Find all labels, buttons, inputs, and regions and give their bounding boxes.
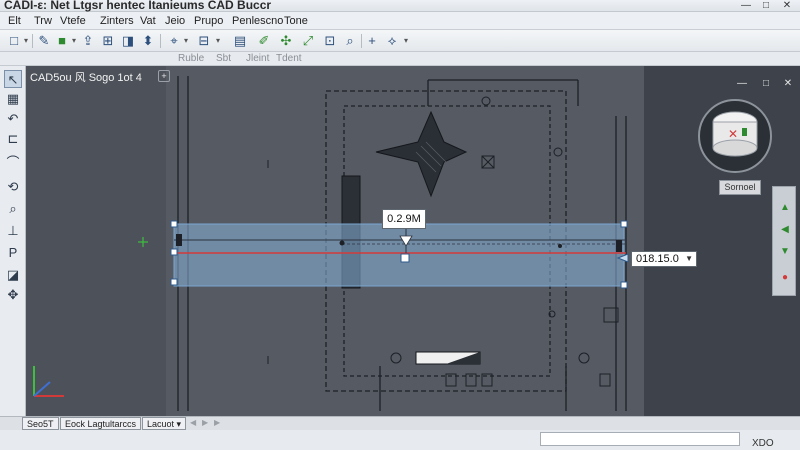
match-icon[interactable]: ⊟ (196, 33, 212, 49)
arc-icon[interactable]: ⌒ (4, 154, 22, 172)
layout-tabs: Seo5T Eock Lagtultarccs Lacuot ▾ ◀ ▶ ▶ (0, 416, 800, 430)
status-text: XDO (752, 438, 774, 449)
move-icon[interactable]: ✣ (278, 33, 294, 49)
select-arrow-icon[interactable]: ↖ (4, 70, 22, 88)
crosshair-icon[interactable]: ⤢ (300, 33, 316, 49)
layers-icon[interactable]: ▦ (4, 90, 22, 108)
svg-text:✕: ✕ (728, 127, 738, 141)
open-icon[interactable]: ■ (54, 33, 70, 49)
menu-item-6[interactable]: Jeio (165, 15, 185, 27)
layers-icon[interactable]: ⊞ (100, 33, 116, 49)
menu-item-9[interactable]: Tone (284, 15, 308, 27)
chevron-down-icon[interactable]: ▾ (177, 419, 182, 429)
status-bar: XDO (0, 430, 800, 450)
undo-icon[interactable]: ↶ (4, 110, 22, 128)
menu-bar: Elt Trw Vtefe Zinters Vat Jeio Prupo Pen… (0, 12, 800, 30)
viewport-left-band (26, 66, 166, 416)
polyline-icon[interactable]: ⊏ (4, 130, 22, 148)
properties-icon[interactable]: ⊡ (322, 33, 338, 49)
snap-icon[interactable]: ⊥ (4, 222, 22, 240)
menu-item-4[interactable]: Zinters (100, 15, 134, 27)
tab-layout-3[interactable]: Lacuot ▾ (142, 417, 187, 430)
menu-item-8[interactable]: Penlescno (232, 15, 283, 27)
tab-layout-2[interactable]: Eock Lagtultarccs (60, 417, 142, 430)
tab-1[interactable]: Ruble (178, 53, 204, 64)
viewport-menu-button[interactable]: + (158, 70, 170, 82)
right-endpoint-marker (616, 240, 622, 252)
menu-item-1[interactable]: Elt (8, 15, 21, 27)
compass-symbol (375, 110, 468, 198)
drawing-canvas[interactable]: ✕ (26, 66, 800, 416)
zoom-icon[interactable]: ⌕ (342, 33, 358, 49)
window-title: CADI-ε: Net Ltgsr hentec Itanieums CAD B… (4, 0, 272, 12)
viewport-close-button[interactable]: ✕ (782, 78, 794, 90)
highlight-icon[interactable]: ✐ (256, 33, 272, 49)
minimize-button[interactable]: — (736, 0, 756, 12)
grip-icon[interactable]: ◪ (4, 266, 22, 284)
snap-point (339, 240, 345, 246)
drawing-viewport[interactable]: ✕ CAD5ou 风 Sogo 1ot 4 + — □ ✕ Sornoel ▲ … (26, 66, 800, 416)
length-input[interactable]: 018.15.0 ▼ (631, 251, 697, 267)
chevron-down-icon[interactable]: ▾ (70, 33, 78, 49)
tab-scroll-end-icon[interactable]: ▶ (214, 418, 220, 427)
new-file-icon[interactable]: □ (6, 33, 22, 49)
chevron-down-icon[interactable]: ▾ (22, 33, 30, 49)
menu-item-3[interactable]: Vtefe (60, 15, 86, 27)
zoom-icon[interactable]: ⌕ (4, 200, 22, 218)
stop-icon[interactable]: ● (778, 271, 792, 285)
chevron-down-icon[interactable]: ▼ (685, 252, 693, 266)
viewcube: ✕ (698, 99, 772, 173)
pan-up-icon[interactable]: ▲ (778, 201, 792, 215)
pan-left-icon[interactable]: ◀ (778, 223, 792, 237)
standard-toolbar: □ ▾ ✎ ■ ▾ ⇪ ⊞ ◨ ⬍ ⌖ ▾ ⊟ ▾ ▤ ✐ ✣ ⤢ ⊡ ⌕ + … (0, 30, 800, 52)
tab-layout-3-label[interactable]: Lacuot (147, 419, 174, 429)
selection-window (173, 223, 625, 287)
rotate-icon[interactable]: ⟲ (4, 178, 22, 196)
viewport-title: CAD5ou 风 Sogo 1ot 4 (30, 72, 142, 84)
viewport-restore-button[interactable]: □ (760, 78, 772, 90)
tab-scroll-right-icon[interactable]: ▶ (202, 418, 208, 427)
pan-down-icon[interactable]: ▼ (778, 245, 792, 259)
title-bar: CADI-ε: Net Ltgsr hentec Itanieums CAD B… (0, 0, 800, 12)
close-button[interactable]: ✕ (777, 0, 797, 12)
tab-4[interactable]: Tdent (276, 53, 302, 64)
chevron-down-icon[interactable]: ▾ (182, 33, 190, 49)
dimension-label: 0.2.9M (382, 209, 426, 229)
undo-icon[interactable]: ◨ (120, 33, 136, 49)
plus-icon[interactable]: + (364, 33, 380, 49)
tab-scroll-left-icon[interactable]: ◀ (190, 418, 196, 427)
save-icon[interactable]: ✎ (36, 33, 52, 49)
command-line[interactable] (540, 432, 740, 446)
redo-icon[interactable]: ⬍ (140, 33, 156, 49)
tab-3[interactable]: Jleint (246, 53, 269, 64)
tab-2[interactable]: Sbt (216, 53, 231, 64)
text-icon[interactable]: P (4, 244, 22, 262)
pan-icon[interactable]: ✥ (4, 286, 22, 304)
copy-icon[interactable]: ▤ (232, 33, 248, 49)
navigation-bar: ▲ ◀ ▼ ● (772, 186, 796, 296)
left-endpoint-marker (176, 234, 182, 246)
maximize-button[interactable]: □ (756, 0, 776, 12)
menu-item-5[interactable]: Vat (140, 15, 156, 27)
ribbon-tab-row: Ruble Sbt Jleint Tdent (0, 52, 800, 66)
chevron-down-icon[interactable]: ▾ (214, 33, 222, 49)
menu-item-7[interactable]: Prupo (194, 15, 223, 27)
viewcube-label[interactable]: Sornoel (719, 180, 761, 195)
length-value[interactable]: 018.15.0 (636, 253, 679, 265)
left-tool-palette: ↖ ▦ ↶ ⊏ ⌒ ⟲ ⌕ ⊥ P ◪ ✥ (0, 66, 26, 416)
tab-layout-1[interactable]: Seo5T (22, 417, 59, 430)
snap-point-2 (558, 244, 562, 248)
viewport-minimize-button[interactable]: — (736, 78, 748, 90)
chevron-down-icon[interactable]: ▾ (402, 33, 410, 49)
line-icon[interactable]: ⌖ (166, 33, 182, 49)
properties-icon[interactable]: ⇪ (80, 33, 96, 49)
orbit-icon[interactable]: ⟡ (384, 33, 400, 49)
menu-item-2[interactable]: Trw (34, 15, 52, 27)
